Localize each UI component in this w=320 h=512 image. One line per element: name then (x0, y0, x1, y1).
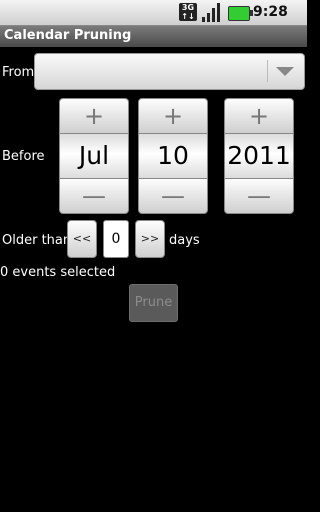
year-decrement-button[interactable]: — (224, 178, 294, 214)
day-picker: + 10 — (138, 98, 208, 214)
day-increment-button[interactable]: + (138, 98, 208, 134)
signal-icon (202, 3, 220, 22)
month-value[interactable]: Jul (59, 134, 129, 178)
day-decrement-button[interactable]: — (138, 178, 208, 214)
from-label: From (2, 65, 35, 80)
before-label: Before (2, 149, 45, 164)
month-picker: + Jul — (59, 98, 129, 214)
clock: 9:28 (253, 4, 288, 20)
spinner-divider (267, 60, 268, 82)
days-decrement-button[interactable]: << (67, 220, 97, 258)
app-title-bar: Calendar Pruning (0, 26, 307, 47)
year-value[interactable]: 2011 (224, 134, 294, 178)
month-increment-button[interactable]: + (59, 98, 129, 134)
year-picker: + 2011 — (224, 98, 294, 214)
month-decrement-button[interactable]: — (59, 178, 129, 214)
older-than-label: Older than (2, 233, 72, 248)
battery-icon (228, 6, 253, 21)
chevron-down-icon (276, 67, 294, 76)
prune-button[interactable]: Prune (129, 284, 178, 322)
status-bar: 3G ↑↓ 9:28 (0, 0, 307, 26)
days-input[interactable]: 0 (103, 220, 129, 258)
year-increment-button[interactable]: + (224, 98, 294, 134)
from-spinner[interactable] (34, 53, 305, 90)
days-increment-button[interactable]: >> (135, 220, 165, 258)
3g-icon: 3G ↑↓ (179, 3, 197, 21)
day-value[interactable]: 10 (138, 134, 208, 178)
events-selected-text: 0 events selected (0, 265, 116, 280)
days-unit-label: days (169, 233, 200, 248)
app-title: Calendar Pruning (4, 28, 132, 43)
